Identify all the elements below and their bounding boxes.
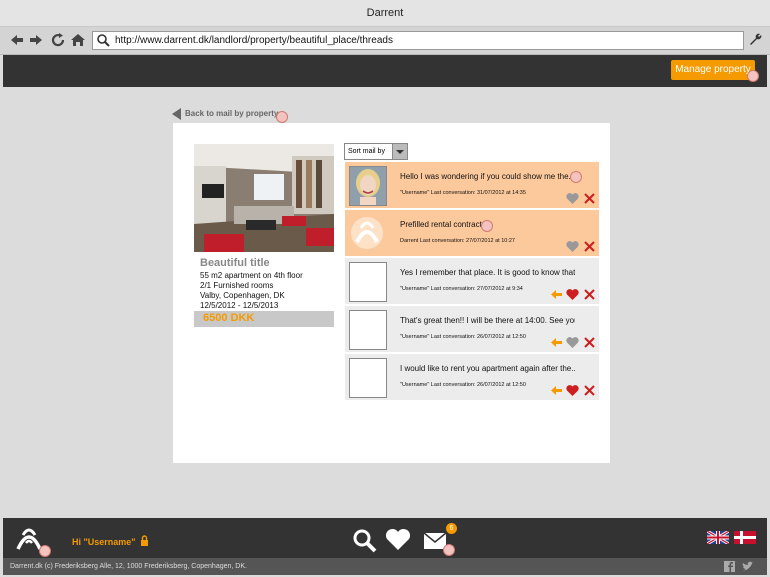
heart-icon[interactable] — [566, 192, 579, 205]
property-detail: 55 m2 apartment on 4th floor — [200, 271, 303, 280]
property-photo — [194, 144, 334, 252]
heart-icon[interactable] — [566, 384, 579, 397]
message-meta: "Username" Last conversation: 27/07/2012… — [400, 286, 523, 292]
annotation-icon — [276, 111, 288, 123]
property-detail: 2/1 Furnished rooms — [200, 281, 274, 290]
property-title: Beautiful title — [200, 257, 270, 269]
mail-count-badge: 6 — [446, 523, 457, 534]
close-icon[interactable] — [583, 192, 596, 205]
manage-property-label: Manage property — [675, 64, 751, 75]
back-arrow-icon — [172, 108, 181, 120]
message-meta: Darrent Last conversation: 27/07/2012 at… — [400, 238, 515, 244]
forward-arrow-icon[interactable] — [28, 32, 44, 48]
browser-navbar: http://www.darrent.dk/landlord/property/… — [0, 27, 770, 55]
app-top-bar — [3, 55, 767, 87]
price-box: 6500 DKK — [194, 311, 334, 327]
window-title-bar: Darrent — [0, 0, 770, 27]
property-detail: Valby, Copenhagen, DK — [200, 291, 285, 300]
window-title: Darrent — [366, 7, 404, 19]
search-icon — [97, 34, 110, 47]
close-icon[interactable] — [583, 336, 596, 349]
user-avatar — [349, 358, 387, 398]
url-text: http://www.darrent.dk/landlord/property/… — [115, 35, 393, 46]
message-thread[interactable]: Prefilled rental contract Darrent Last c… — [345, 210, 599, 256]
message-thread[interactable]: That's great then!! I will be there at 1… — [345, 306, 599, 352]
close-icon[interactable] — [583, 240, 596, 253]
greeting-text: Hi "Username" — [72, 537, 136, 547]
annotation-icon — [39, 545, 51, 557]
annotation-icon — [570, 171, 582, 183]
reload-icon[interactable] — [50, 32, 66, 48]
close-icon[interactable] — [583, 384, 596, 397]
reply-arrow-icon[interactable] — [550, 288, 563, 301]
back-to-mail-link[interactable]: Back to mail by property — [172, 108, 278, 120]
message-thread[interactable]: Yes I remember that place. It is good to… — [345, 258, 599, 304]
user-avatar — [349, 262, 387, 302]
message-preview: Yes I remember that place. It is good to… — [400, 268, 575, 277]
sort-label: Sort mail by — [348, 148, 385, 155]
wrench-icon[interactable] — [748, 32, 762, 49]
uk-flag-icon[interactable] — [707, 531, 729, 544]
facebook-icon[interactable] — [724, 561, 735, 572]
chevron-down-icon[interactable] — [392, 144, 407, 159]
back-link-label: Back to mail by property — [185, 109, 279, 119]
copyright-text: Darrent.dk (c) Frederiksberg Alle, 12, 1… — [10, 563, 247, 570]
lock-icon — [141, 535, 149, 546]
sort-mail-dropdown[interactable]: Sort mail by — [344, 143, 408, 160]
back-arrow-icon[interactable] — [9, 32, 25, 48]
message-preview: That's great then!! I will be there at 1… — [400, 316, 575, 325]
manage-property-button[interactable]: Manage property — [671, 60, 755, 80]
message-preview: I would like to rent you apartment again… — [400, 364, 575, 373]
price-label: 6500 DKK — [203, 312, 255, 324]
heart-icon[interactable] — [566, 336, 579, 349]
danish-flag-icon[interactable] — [734, 531, 756, 544]
message-preview: Hello I was wondering if you could show … — [400, 172, 575, 181]
heart-icon[interactable] — [385, 528, 411, 552]
heart-icon[interactable] — [566, 288, 579, 301]
message-thread[interactable]: I would like to rent you apartment again… — [345, 354, 599, 400]
message-meta: "Username" Last conversation: 31/07/2012… — [400, 190, 526, 196]
close-icon[interactable] — [583, 288, 596, 301]
heart-icon[interactable] — [566, 240, 579, 253]
user-avatar — [349, 310, 387, 350]
twitter-icon[interactable] — [741, 561, 754, 572]
message-thread[interactable]: Hello I was wondering if you could show … — [345, 162, 599, 208]
user-greeting[interactable]: Hi "Username" — [72, 535, 149, 547]
annotation-icon — [747, 70, 759, 82]
message-meta: "Username" Last conversation: 26/07/2012… — [400, 334, 526, 340]
darrent-logo-avatar — [349, 214, 385, 252]
annotation-icon — [481, 220, 493, 232]
reply-arrow-icon[interactable] — [550, 336, 563, 349]
annotation-icon — [443, 544, 455, 556]
address-bar[interactable]: http://www.darrent.dk/landlord/property/… — [92, 31, 744, 50]
property-detail: 12/5/2012 - 12/5/2013 — [200, 301, 279, 310]
message-meta: "Username" Last conversation: 26/07/2012… — [400, 382, 526, 388]
reply-arrow-icon[interactable] — [550, 384, 563, 397]
search-icon[interactable] — [352, 528, 378, 554]
home-icon[interactable] — [70, 32, 86, 48]
user-avatar — [349, 166, 387, 206]
